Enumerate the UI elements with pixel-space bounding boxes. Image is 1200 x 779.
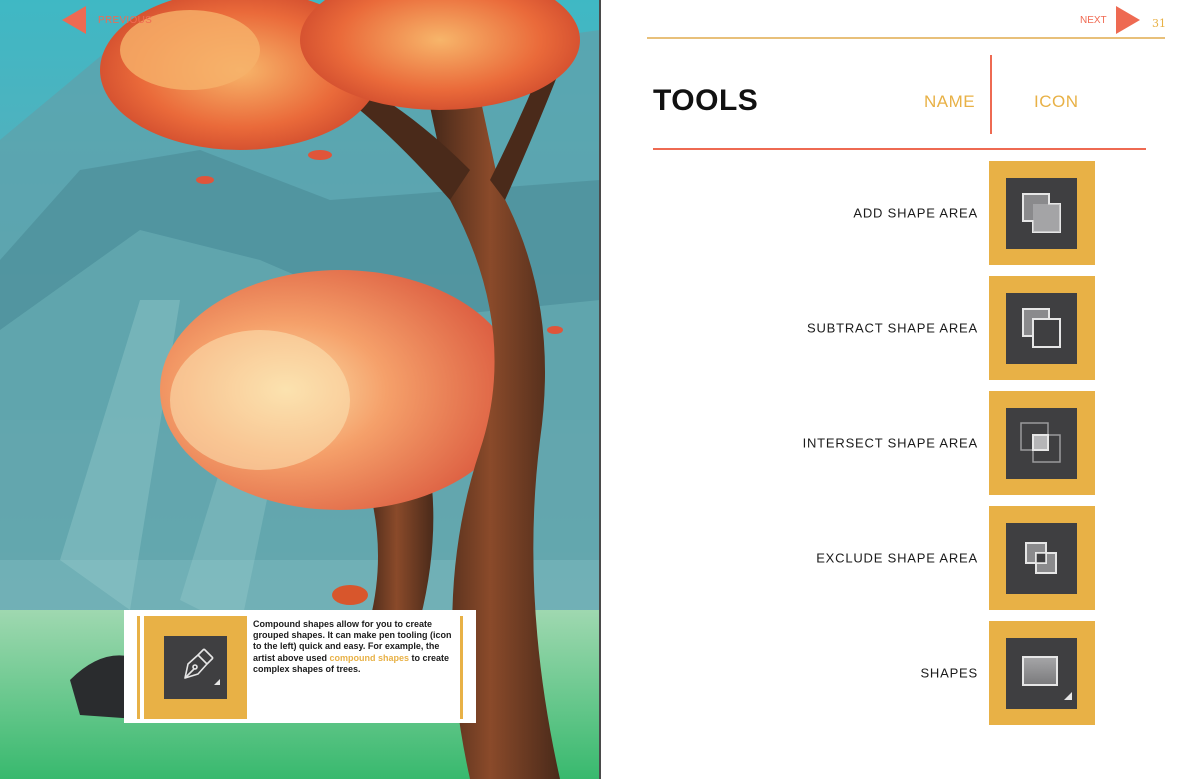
intersect-shape-area-icon: [1020, 422, 1061, 463]
callout-icon-inner: [164, 636, 227, 699]
exclude-shape-area-button[interactable]: [989, 506, 1095, 610]
column-header-icon: ICON: [1034, 92, 1079, 111]
callout-icon-box: [144, 616, 247, 719]
tool-name: SHAPES: [920, 665, 978, 681]
subtract-shape-area-button[interactable]: [989, 276, 1095, 380]
arrow-left-icon: [62, 6, 86, 34]
header-horizontal-rule: [653, 148, 1146, 150]
exclude-shape-area-icon: [1025, 542, 1057, 574]
arrow-right-icon: [1115, 6, 1140, 34]
page-title: TOOLS: [653, 84, 759, 117]
callout-highlight-link: compound shapes: [329, 652, 410, 663]
callout-right-bar: [460, 616, 463, 719]
add-shape-area-button[interactable]: [989, 161, 1095, 265]
tool-icon-inner: [1006, 293, 1077, 364]
tool-row-exclude-shape-area: EXCLUDE SHAPE AREA: [751, 506, 1096, 610]
subtract-shape-area-icon: [1022, 308, 1061, 348]
next-label: NEXT: [1080, 14, 1107, 26]
tool-icon-inner: [1006, 178, 1077, 249]
tool-name: EXCLUDE SHAPE AREA: [816, 550, 978, 566]
left-page: PREVIOUS Compound shapes allow for you t…: [0, 0, 600, 779]
column-header-name: NAME: [924, 92, 976, 111]
add-shape-area-icon: [1022, 193, 1061, 233]
callout-text: Compound shapes allow for you to create …: [253, 619, 453, 675]
callout-left-bar: [137, 616, 140, 719]
tool-row-add-shape-area: ADD SHAPE AREA: [751, 161, 1096, 265]
right-page: NEXT 31 TOOLS NAME ICON ADD SHAPE AREA S…: [601, 0, 1200, 779]
previous-page-button[interactable]: PREVIOUS: [62, 6, 152, 34]
next-page-button[interactable]: NEXT: [1080, 6, 1140, 34]
tool-name: SUBTRACT SHAPE AREA: [806, 320, 978, 336]
shapes-icon: [1022, 656, 1072, 700]
page-number: 31: [1152, 17, 1166, 30]
shapes-button[interactable]: [989, 621, 1095, 725]
intersect-shape-area-button[interactable]: [989, 391, 1095, 495]
top-rule: [647, 37, 1165, 39]
tool-row-intersect-shape-area: INTERSECT SHAPE AREA: [751, 391, 1096, 495]
header-vertical-rule: [990, 55, 992, 134]
tool-row-subtract-shape-area: SUBTRACT SHAPE AREA: [751, 276, 1096, 380]
tool-icon-inner: [1006, 408, 1077, 479]
pen-tool-icon: [184, 648, 220, 685]
compound-shapes-callout: Compound shapes allow for you to create …: [124, 610, 476, 723]
tool-row-shapes: SHAPES: [751, 621, 1096, 725]
tool-name: INTERSECT SHAPE AREA: [802, 435, 978, 451]
tool-icon-inner: [1006, 523, 1077, 594]
tool-name: ADD SHAPE AREA: [853, 205, 978, 221]
previous-label: PREVIOUS: [98, 14, 153, 26]
tool-icon-inner: [1006, 638, 1077, 709]
